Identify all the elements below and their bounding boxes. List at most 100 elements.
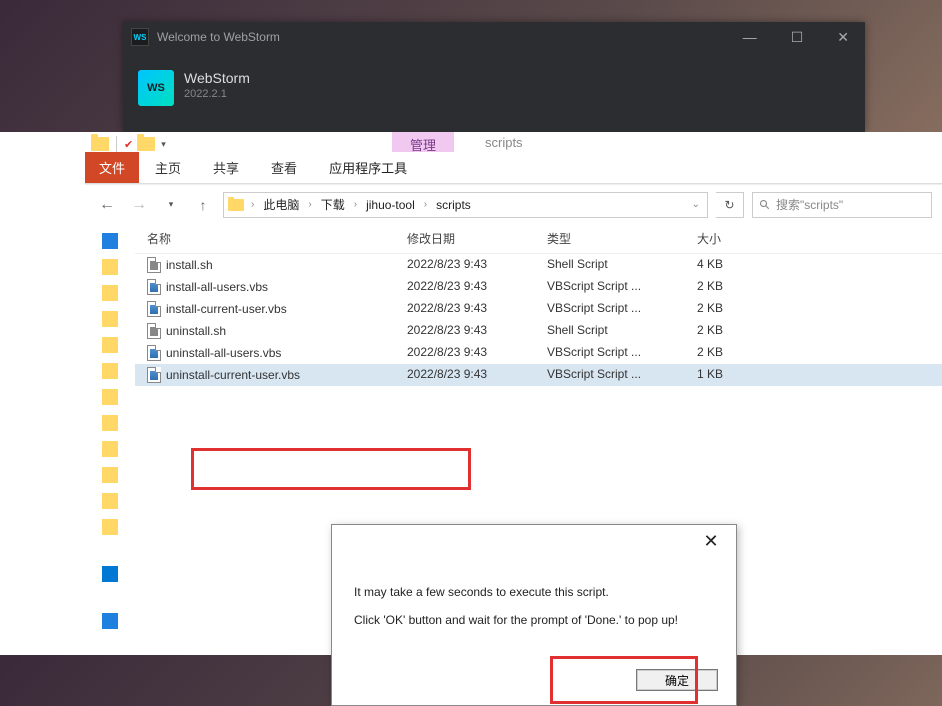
file-date: 2022/8/23 9:43	[407, 257, 547, 273]
webstorm-version: 2022.2.1	[184, 88, 250, 100]
breadcrumb-downloads[interactable]: 下载	[319, 196, 347, 213]
folder-icon[interactable]	[91, 137, 109, 151]
history-dropdown[interactable]: ▾	[159, 193, 183, 217]
webstorm-titlebar[interactable]: WS Welcome to WebStorm — ☐ ✕	[123, 22, 865, 52]
file-type: VBScript Script ...	[547, 301, 697, 317]
file-row[interactable]: uninstall-all-users.vbs 2022/8/23 9:43VBS…	[135, 342, 942, 364]
view-tab[interactable]: 查看	[255, 152, 313, 183]
folder-icon[interactable]	[137, 137, 155, 151]
file-size: 2 KB	[697, 323, 817, 339]
sidebar-this-pc-icon[interactable]	[102, 613, 118, 629]
file-date: 2022/8/23 9:43	[407, 367, 547, 383]
close-button[interactable]: ✕	[829, 29, 857, 46]
back-button[interactable]: ←	[95, 193, 119, 217]
highlight-annotation	[191, 448, 471, 490]
breadcrumb-this-pc[interactable]: 此电脑	[261, 196, 301, 213]
file-row[interactable]: install-all-users.vbs 2022/8/23 9:43VBScr…	[135, 276, 942, 298]
sidebar-folder-icon[interactable]	[102, 363, 118, 379]
dialog-ok-button[interactable]: 确定	[636, 669, 718, 691]
search-icon	[759, 199, 771, 211]
checkmark-icon[interactable]: ✔	[124, 138, 133, 151]
file-name: install-current-user.vbs	[166, 302, 287, 316]
chevron-right-icon[interactable]: ›	[421, 199, 430, 210]
file-type: VBScript Script ...	[547, 345, 697, 361]
chevron-right-icon[interactable]: ›	[248, 199, 257, 210]
quick-access-toolbar: ✔ ▾ 管理 scripts	[85, 132, 942, 156]
file-explorer-window: ✔ ▾ 管理 scripts 文件 主页 共享 查看 应用程序工具 ← → ▾ …	[0, 132, 942, 655]
file-icon	[147, 367, 161, 383]
file-row[interactable]: uninstall.sh2022/8/23 9:43Shell Script2 …	[135, 320, 942, 342]
share-tab[interactable]: 共享	[197, 152, 255, 183]
app-tools-tab[interactable]: 应用程序工具	[313, 152, 423, 183]
forward-button[interactable]: →	[127, 193, 151, 217]
minimize-button[interactable]: —	[735, 29, 765, 46]
webstorm-window: WS Welcome to WebStorm — ☐ ✕ WS WebStorm…	[123, 22, 865, 132]
chevron-right-icon[interactable]: ›	[305, 199, 314, 210]
sidebar-folder-icon[interactable]	[102, 519, 118, 535]
file-size: 2 KB	[697, 279, 817, 295]
dropdown-icon[interactable]: ▾	[161, 139, 166, 150]
file-icon	[147, 301, 161, 317]
refresh-button[interactable]: ↻	[716, 192, 744, 218]
file-row[interactable]: install-current-user.vbs 2022/8/23 9:43VB…	[135, 298, 942, 320]
home-tab[interactable]: 主页	[139, 152, 197, 183]
file-date: 2022/8/23 9:43	[407, 301, 547, 317]
navigation-bar: ← → ▾ ↑ › 此电脑 › 下载 › jihuo-tool › script…	[85, 184, 942, 224]
file-type: VBScript Script ...	[547, 279, 697, 295]
file-size: 2 KB	[697, 345, 817, 361]
sidebar-folder-icon[interactable]	[102, 441, 118, 457]
column-name[interactable]: 名称	[147, 230, 407, 247]
file-name: install.sh	[166, 258, 213, 272]
webstorm-title: Welcome to WebStorm	[157, 30, 735, 44]
file-date: 2022/8/23 9:43	[407, 345, 547, 361]
column-size[interactable]: 大小	[697, 230, 817, 247]
webstorm-app-icon: WS	[131, 28, 149, 46]
file-icon	[147, 257, 161, 273]
manage-context-tab[interactable]: 管理	[392, 132, 454, 152]
breadcrumb-folder1[interactable]: jihuo-tool	[364, 198, 417, 212]
file-name: install-all-users.vbs	[166, 280, 268, 294]
sidebar-quick-access-icon[interactable]	[102, 233, 118, 249]
sidebar-folder-icon[interactable]	[102, 259, 118, 275]
navigation-pane[interactable]	[85, 224, 135, 655]
file-size: 1 KB	[697, 367, 817, 383]
file-name: uninstall.sh	[166, 324, 226, 338]
file-icon	[147, 279, 161, 295]
file-row[interactable]: uninstall-current-user.vbs 2022/8/23 9:43…	[135, 364, 942, 386]
column-date[interactable]: 修改日期	[407, 230, 547, 247]
sidebar-onedrive-icon[interactable]	[102, 566, 118, 582]
sidebar-folder-icon[interactable]	[102, 467, 118, 483]
chevron-right-icon[interactable]: ›	[351, 199, 360, 210]
webstorm-logo-icon: WS	[138, 70, 174, 106]
column-headers: 名称 修改日期 类型 大小	[135, 224, 942, 254]
file-list: 名称 修改日期 类型 大小 install.sh2022/8/23 9:43Sh…	[135, 224, 942, 655]
sidebar-folder-icon[interactable]	[102, 493, 118, 509]
file-size: 2 KB	[697, 301, 817, 317]
file-date: 2022/8/23 9:43	[407, 279, 547, 295]
file-icon	[147, 323, 161, 339]
maximize-button[interactable]: ☐	[783, 29, 812, 46]
file-name: uninstall-current-user.vbs	[166, 368, 300, 382]
address-bar[interactable]: › 此电脑 › 下载 › jihuo-tool › scripts ⌄	[223, 192, 708, 218]
dialog-close-button[interactable]: ✕	[696, 531, 726, 552]
file-type: VBScript Script ...	[547, 367, 697, 383]
sidebar-folder-icon[interactable]	[102, 337, 118, 353]
breadcrumb-folder2[interactable]: scripts	[434, 198, 473, 212]
sidebar-folder-icon[interactable]	[102, 285, 118, 301]
dialog-message-line2: Click 'OK' button and wait for the promp…	[354, 613, 714, 627]
search-input[interactable]: 搜索"scripts"	[752, 192, 932, 218]
dialog-message-line1: It may take a few seconds to execute thi…	[354, 585, 714, 599]
column-type[interactable]: 类型	[547, 230, 697, 247]
file-name: uninstall-all-users.vbs	[166, 346, 281, 360]
file-icon	[147, 345, 161, 361]
context-folder-label: scripts	[485, 135, 523, 150]
file-menu-tab[interactable]: 文件	[85, 152, 139, 183]
script-dialog: ✕ It may take a few seconds to execute t…	[331, 524, 737, 706]
file-row[interactable]: install.sh2022/8/23 9:43Shell Script4 KB	[135, 254, 942, 276]
sidebar-folder-icon[interactable]	[102, 415, 118, 431]
up-button[interactable]: ↑	[191, 193, 215, 217]
chevron-down-icon[interactable]: ⌄	[689, 199, 703, 210]
sidebar-folder-icon[interactable]	[102, 389, 118, 405]
ribbon-tabs: 文件 主页 共享 查看 应用程序工具	[85, 156, 942, 184]
sidebar-folder-icon[interactable]	[102, 311, 118, 327]
